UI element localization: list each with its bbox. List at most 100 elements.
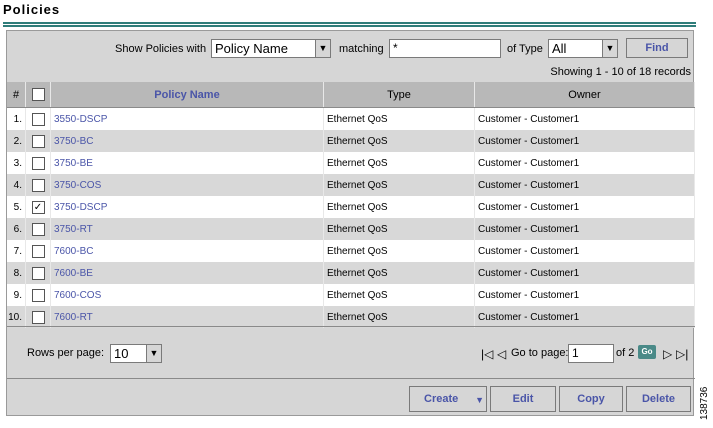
create-dropdown-icon[interactable]: ▼ xyxy=(475,388,484,412)
policy-name-cell: 3750-COS xyxy=(50,174,324,196)
policy-type-cell: Ethernet QoS xyxy=(323,174,475,196)
pagination-bar: Rows per page: 10 ▼ |◁ ◁ Go to page: 1 o… xyxy=(7,326,695,377)
policy-name-link[interactable]: 7600-RT xyxy=(54,312,93,323)
row-checkbox[interactable] xyxy=(31,244,45,258)
row-number: 7. xyxy=(7,240,26,262)
table-row: 4. 3750-COS Ethernet QoS Customer - Custome… xyxy=(7,174,695,196)
table-row: 1. 3550-DSCP Ethernet QoS Customer - Custom… xyxy=(7,107,695,130)
policy-name-link[interactable]: 3750-BC xyxy=(54,136,93,147)
policy-type-cell: Ethernet QoS xyxy=(323,306,475,328)
policy-name-cell: 3750-BC xyxy=(50,130,324,152)
filter-bar: Show Policies with Policy Name ▼ matchin… xyxy=(7,36,695,60)
column-header-policy-name[interactable]: Policy Name xyxy=(50,82,324,108)
create-button[interactable]: Create ▼ xyxy=(409,386,487,412)
row-checkbox[interactable] xyxy=(31,266,45,280)
row-checkbox[interactable] xyxy=(31,178,45,192)
table-row: 3. 3750-BE Ethernet QoS Customer - Customer… xyxy=(7,152,695,174)
select-all-checkbox[interactable] xyxy=(31,88,45,101)
policy-name-link[interactable]: 3750-BE xyxy=(54,158,93,169)
matching-label: matching xyxy=(339,43,384,55)
page-number-input[interactable]: 1 xyxy=(568,344,614,363)
policy-owner-cell: Customer - Customer1 xyxy=(474,262,695,284)
rows-per-page-label: Rows per page: xyxy=(27,347,105,359)
rows-per-page-select[interactable]: 10 ▼ xyxy=(110,344,162,363)
row-number: 3. xyxy=(7,152,26,174)
field-select[interactable]: Policy Name ▼ xyxy=(211,39,331,58)
title-rule-top xyxy=(3,22,696,24)
policy-owner-cell: Customer - Customer1 xyxy=(474,107,695,130)
create-button-label: Create xyxy=(424,393,459,405)
policies-panel: Show Policies with Policy Name ▼ matchin… xyxy=(6,30,695,416)
table-row: 8. 7600-BE Ethernet QoS Customer - Customer… xyxy=(7,262,695,284)
row-select-cell xyxy=(25,174,51,196)
matching-input[interactable]: * xyxy=(389,39,501,58)
edit-button[interactable]: Edit xyxy=(490,386,556,412)
goto-page-label: Go to page: xyxy=(511,347,569,359)
show-policies-label: Show Policies with xyxy=(115,43,207,55)
policy-name-link[interactable]: 7600-COS xyxy=(54,290,101,301)
page-title: Policies xyxy=(3,2,61,17)
policy-name-cell: 7600-BE xyxy=(50,262,324,284)
policy-name-link[interactable]: 3750-RT xyxy=(54,224,93,235)
policy-owner-cell: Customer - Customer1 xyxy=(474,284,695,306)
first-page-icon[interactable]: |◁ xyxy=(481,347,493,361)
policies-table: # Policy Name Type Owner 1. 3550-DSCP Ethe… xyxy=(7,82,695,328)
row-select-cell xyxy=(25,107,51,130)
matching-input-value: * xyxy=(393,41,398,55)
row-number: 5. xyxy=(7,196,26,218)
policy-owner-cell: Customer - Customer1 xyxy=(474,196,695,218)
row-select-cell xyxy=(25,130,51,152)
policy-name-link[interactable]: 7600-BC xyxy=(54,246,93,257)
policy-owner-cell: Customer - Customer1 xyxy=(474,152,695,174)
row-checkbox[interactable] xyxy=(31,156,45,170)
copy-button[interactable]: Copy xyxy=(559,386,623,412)
table-row: 9. 7600-COS Ethernet QoS Customer - Custome… xyxy=(7,284,695,306)
policy-type-cell: Ethernet QoS xyxy=(323,196,475,218)
last-page-icon[interactable]: ▷| xyxy=(676,347,688,361)
policy-name-link[interactable]: 7600-BE xyxy=(54,268,93,279)
policy-name-cell: 7600-COS xyxy=(50,284,324,306)
policy-type-cell: Ethernet QoS xyxy=(323,284,475,306)
row-number: 10. xyxy=(7,306,26,328)
go-button[interactable]: Go xyxy=(638,345,656,359)
row-number: 1. xyxy=(7,107,26,130)
title-rule-bottom xyxy=(3,25,696,27)
policy-name-link[interactable]: 3750-COS xyxy=(54,180,101,191)
next-page-icon[interactable]: ▷ xyxy=(663,347,672,361)
previous-page-icon[interactable]: ◁ xyxy=(497,347,506,361)
row-checkbox[interactable] xyxy=(31,222,45,236)
row-checkbox[interactable] xyxy=(31,112,45,126)
page-number-value: 1 xyxy=(572,346,579,360)
field-select-value: Policy Name xyxy=(215,41,288,56)
policy-type-cell: Ethernet QoS xyxy=(323,262,475,284)
delete-button[interactable]: Delete xyxy=(626,386,691,412)
policy-name-link[interactable]: 3550-DSCP xyxy=(54,114,107,125)
row-number: 2. xyxy=(7,130,26,152)
row-select-cell xyxy=(25,152,51,174)
policy-owner-cell: Customer - Customer1 xyxy=(474,174,695,196)
column-header-owner: Owner xyxy=(474,82,695,108)
policy-name-cell: 7600-RT xyxy=(50,306,324,328)
table-header-row: # Policy Name Type Owner xyxy=(7,82,695,108)
policy-type-cell: Ethernet QoS xyxy=(323,107,475,130)
type-select[interactable]: All ▼ xyxy=(548,39,618,58)
page-count-label: of 2 xyxy=(616,347,635,359)
type-label: of Type xyxy=(507,43,543,55)
policy-name-cell: 3750-DSCP xyxy=(50,196,324,218)
policy-name-link[interactable]: 3750-DSCP xyxy=(54,202,107,213)
column-header-type: Type xyxy=(323,82,475,108)
row-checkbox[interactable] xyxy=(31,288,45,302)
table-row: 7. 7600-BC Ethernet QoS Customer - Customer… xyxy=(7,240,695,262)
row-checkbox[interactable] xyxy=(31,310,45,324)
find-button[interactable]: Find xyxy=(626,38,688,58)
chevron-down-icon: ▼ xyxy=(315,40,330,57)
policy-type-cell: Ethernet QoS xyxy=(323,240,475,262)
row-select-cell xyxy=(25,306,51,328)
table-row: 2. 3750-BC Ethernet QoS Customer - Customer… xyxy=(7,130,695,152)
row-checkbox[interactable]: ✓ xyxy=(31,200,45,214)
row-checkbox[interactable] xyxy=(31,134,45,148)
policy-name-cell: 3550-DSCP xyxy=(50,107,324,130)
policy-type-cell: Ethernet QoS xyxy=(323,152,475,174)
policy-type-cell: Ethernet QoS xyxy=(323,218,475,240)
policy-name-cell: 3750-RT xyxy=(50,218,324,240)
